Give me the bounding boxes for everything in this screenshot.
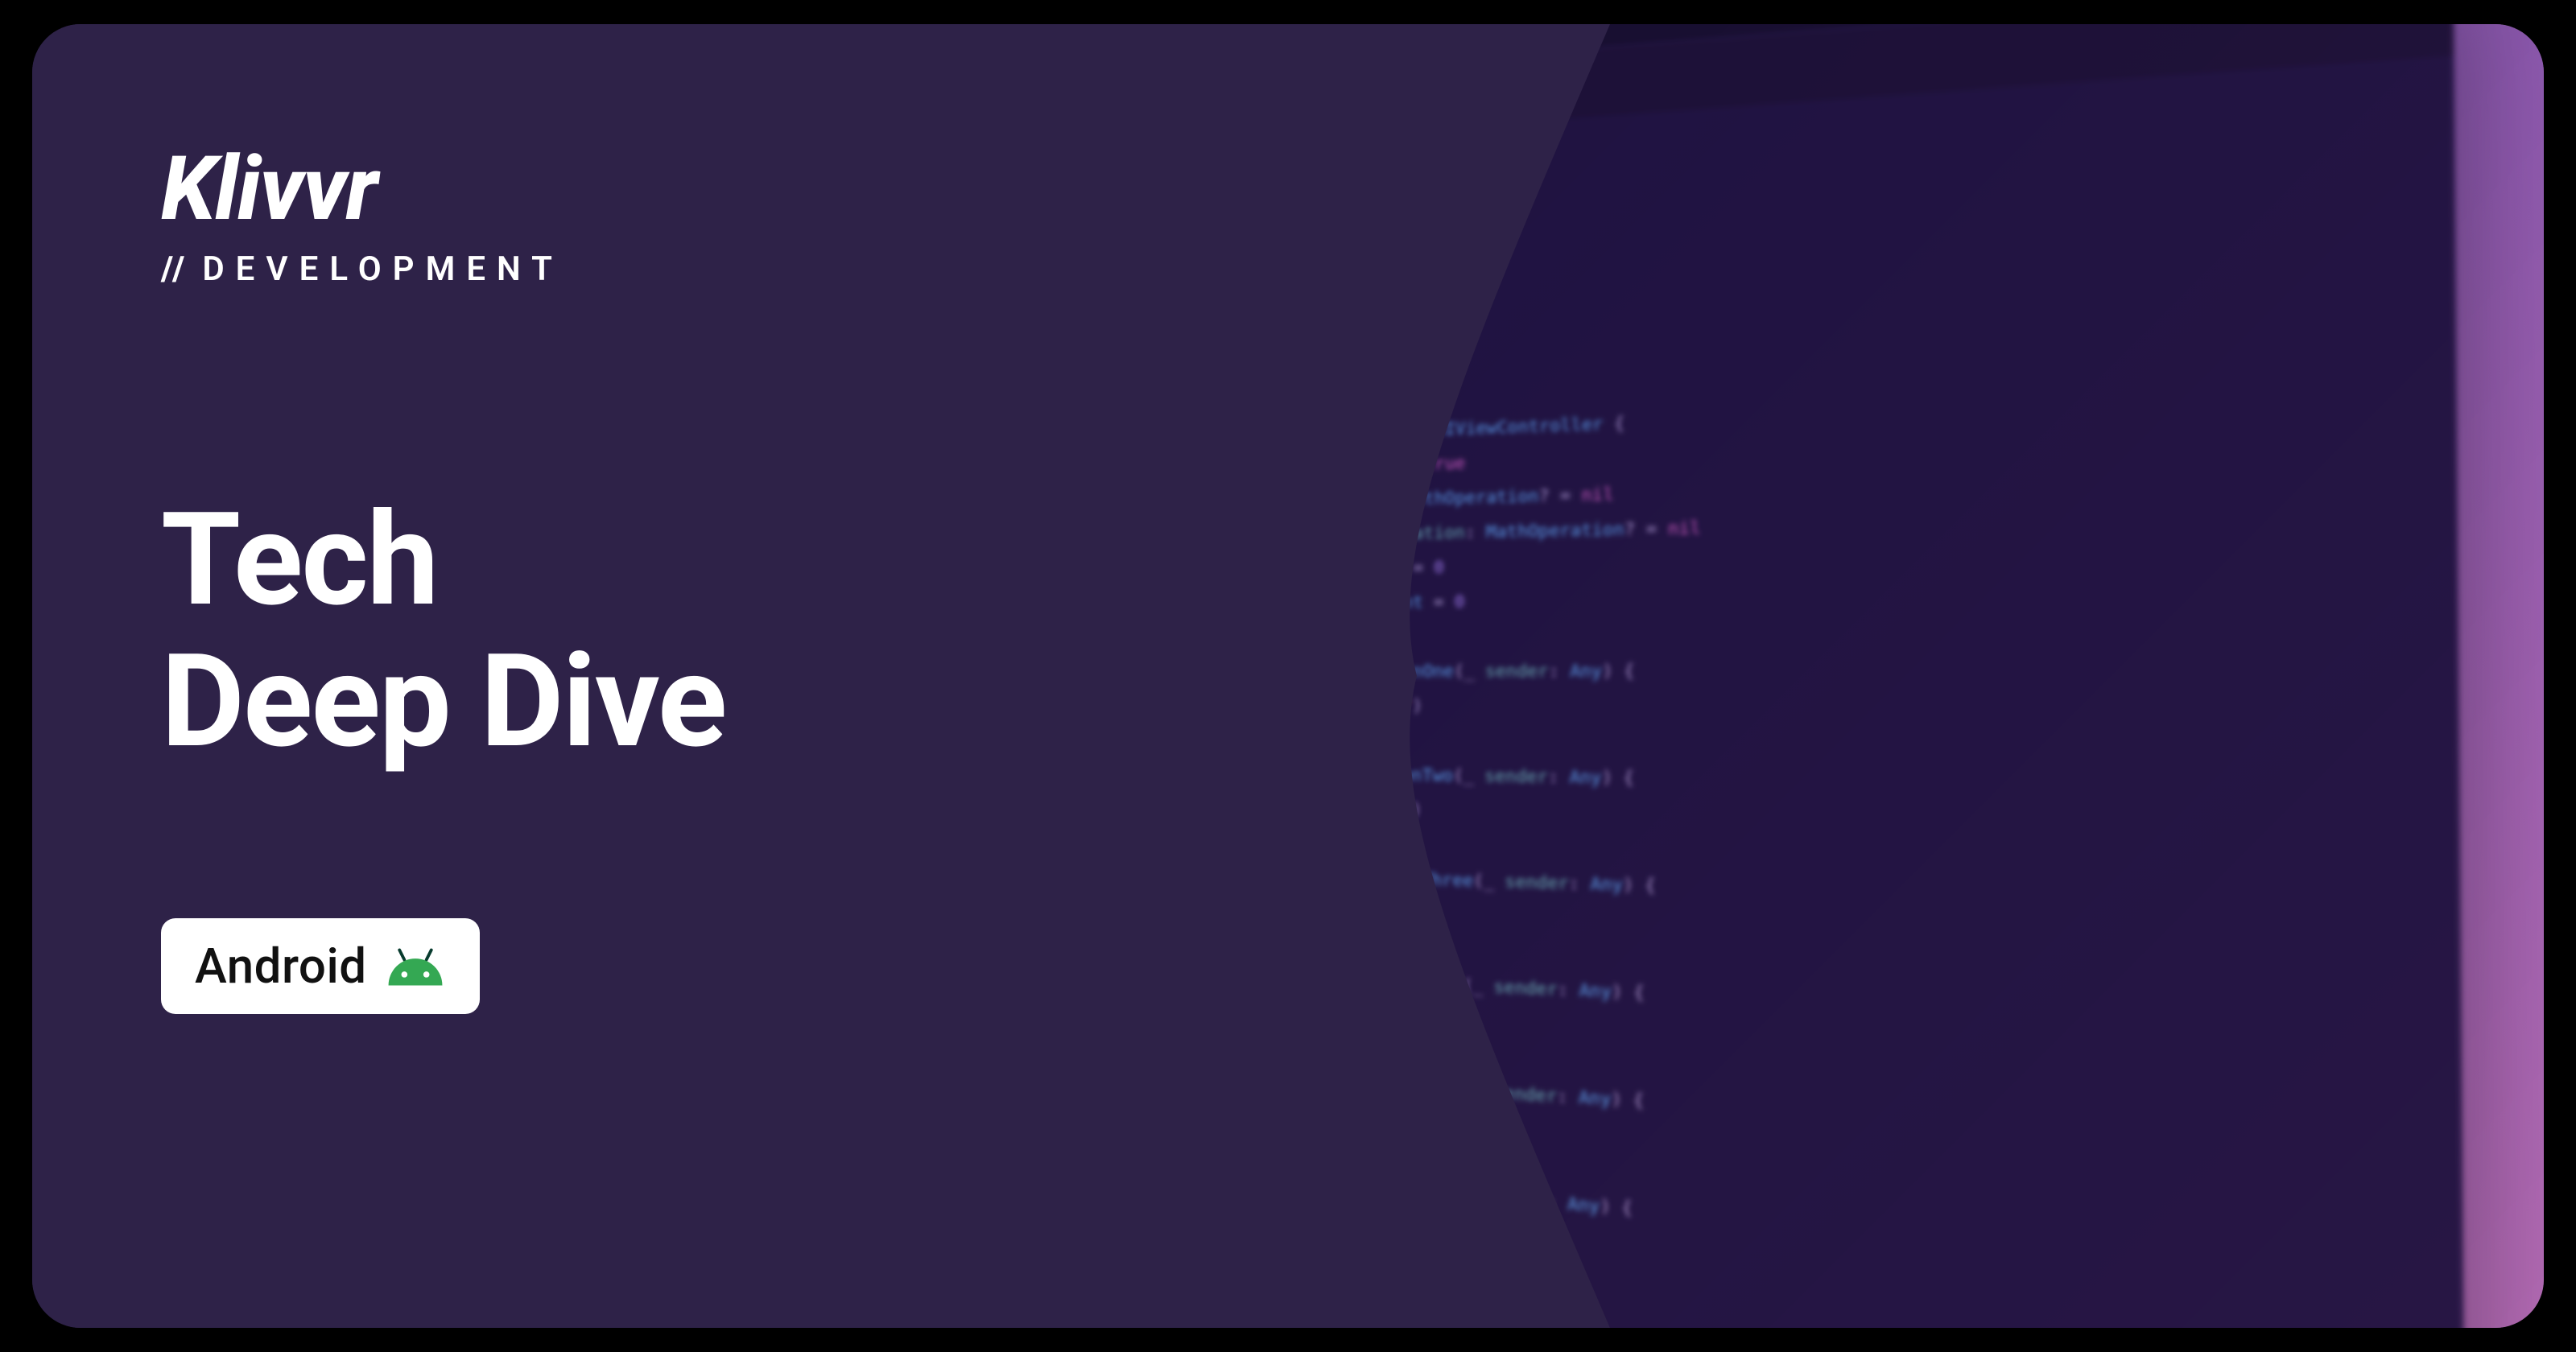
subtitle-prefix: // [161,249,188,289]
promo-banner: 1Y ᛒ 🇺🇸 89 % ▭ ☰ Fri 21 Jan 13:53 [32,24,2544,1328]
banner-title: Tech Deep Dive [161,490,725,773]
platform-tag: Android [161,918,480,1014]
subtitle-text: DEVELOPMENT [202,249,564,289]
banner-content: Klivvr // DEVELOPMENT Tech Deep Dive And… [161,145,725,1014]
platform-label: Android [195,938,367,995]
title-line-2: Deep Dive [161,632,725,773]
brand-wordmark: Klivvr [161,145,725,233]
title-line-1: Tech [161,490,725,632]
brand-subtitle: // DEVELOPMENT [161,249,725,289]
photo-tint-overlay [1162,24,2544,1328]
background-photo: 1Y ᛒ 🇺🇸 89 % ▭ ☰ Fri 21 Jan 13:53 [1162,24,2544,1328]
android-icon [385,947,446,986]
